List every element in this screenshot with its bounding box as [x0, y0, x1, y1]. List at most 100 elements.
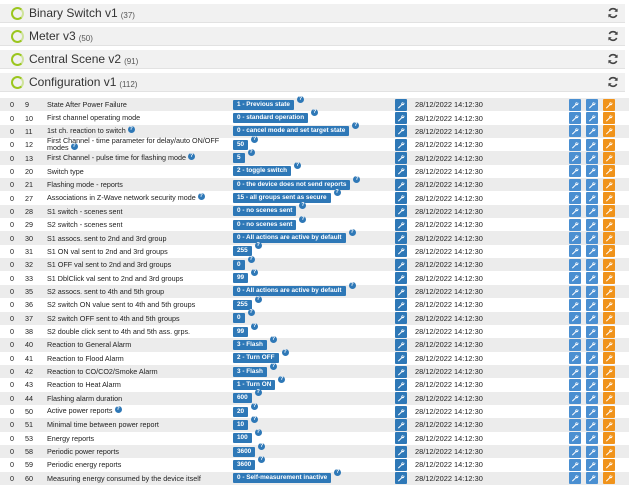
- help-icon[interactable]: ?: [247, 149, 255, 157]
- refresh-icon[interactable]: [607, 53, 619, 65]
- help-icon[interactable]: ?: [299, 215, 307, 223]
- edit-value-button[interactable]: [395, 312, 407, 325]
- edit-button-1[interactable]: [569, 352, 581, 365]
- edit-button-3[interactable]: [603, 165, 615, 178]
- edit-value-button[interactable]: [395, 258, 407, 271]
- help-icon[interactable]: ?: [197, 192, 205, 200]
- help-icon[interactable]: ?: [269, 362, 277, 370]
- help-icon[interactable]: ?: [251, 135, 259, 143]
- edit-button-2[interactable]: [586, 365, 598, 378]
- help-icon[interactable]: ?: [127, 125, 135, 133]
- edit-button-1[interactable]: [569, 445, 581, 458]
- help-icon[interactable]: ?: [333, 189, 341, 197]
- edit-button-3[interactable]: [603, 205, 615, 218]
- edit-value-button[interactable]: [395, 365, 407, 378]
- help-icon[interactable]: ?: [254, 389, 262, 397]
- edit-button-2[interactable]: [586, 352, 598, 365]
- command-class-header[interactable]: Meter v3 (50): [0, 27, 625, 46]
- edit-button-3[interactable]: [603, 432, 615, 445]
- edit-value-button[interactable]: [395, 205, 407, 218]
- edit-button-1[interactable]: [569, 152, 581, 165]
- edit-value-button[interactable]: [395, 418, 407, 431]
- help-icon[interactable]: ?: [254, 429, 262, 437]
- edit-button-1[interactable]: [569, 258, 581, 271]
- edit-button-3[interactable]: [603, 418, 615, 431]
- edit-value-button[interactable]: [395, 178, 407, 191]
- edit-button-3[interactable]: [603, 312, 615, 325]
- edit-button-1[interactable]: [569, 125, 581, 138]
- edit-button-3[interactable]: [603, 445, 615, 458]
- edit-button-1[interactable]: [569, 378, 581, 391]
- edit-button-1[interactable]: [569, 272, 581, 285]
- edit-button-3[interactable]: [603, 178, 615, 191]
- edit-value-button[interactable]: [395, 125, 407, 138]
- edit-button-3[interactable]: [603, 472, 615, 485]
- edit-button-3[interactable]: [603, 458, 615, 471]
- help-icon[interactable]: ?: [311, 109, 319, 117]
- help-icon[interactable]: ?: [299, 202, 307, 210]
- edit-value-button[interactable]: [395, 152, 407, 165]
- edit-button-3[interactable]: [603, 218, 615, 231]
- edit-value-button[interactable]: [395, 392, 407, 405]
- edit-button-2[interactable]: [586, 285, 598, 298]
- help-icon[interactable]: ?: [278, 375, 286, 383]
- edit-button-2[interactable]: [586, 258, 598, 271]
- edit-value-button[interactable]: [395, 232, 407, 245]
- edit-button-2[interactable]: [586, 138, 598, 151]
- edit-value-button[interactable]: [395, 338, 407, 351]
- edit-button-2[interactable]: [586, 192, 598, 205]
- edit-button-3[interactable]: [603, 138, 615, 151]
- edit-button-3[interactable]: [603, 272, 615, 285]
- edit-button-2[interactable]: [586, 325, 598, 338]
- edit-button-1[interactable]: [569, 298, 581, 311]
- edit-button-1[interactable]: [569, 325, 581, 338]
- edit-button-2[interactable]: [586, 178, 598, 191]
- help-icon[interactable]: ?: [258, 455, 266, 463]
- edit-button-3[interactable]: [603, 405, 615, 418]
- help-icon[interactable]: ?: [254, 242, 262, 250]
- edit-button-1[interactable]: [569, 392, 581, 405]
- edit-button-3[interactable]: [603, 192, 615, 205]
- edit-button-2[interactable]: [586, 152, 598, 165]
- edit-button-3[interactable]: [603, 378, 615, 391]
- edit-value-button[interactable]: [395, 378, 407, 391]
- edit-button-2[interactable]: [586, 418, 598, 431]
- edit-button-2[interactable]: [586, 205, 598, 218]
- edit-button-2[interactable]: [586, 245, 598, 258]
- edit-button-3[interactable]: [603, 352, 615, 365]
- help-icon[interactable]: ?: [251, 269, 259, 277]
- command-class-header[interactable]: Configuration v1 (112): [0, 73, 625, 92]
- edit-value-button[interactable]: [395, 192, 407, 205]
- help-icon[interactable]: ?: [251, 322, 259, 330]
- help-icon[interactable]: ?: [352, 122, 360, 130]
- edit-value-button[interactable]: [395, 245, 407, 258]
- edit-button-2[interactable]: [586, 378, 598, 391]
- help-icon[interactable]: ?: [247, 309, 255, 317]
- help-icon[interactable]: ?: [294, 162, 302, 170]
- edit-button-1[interactable]: [569, 432, 581, 445]
- edit-button-2[interactable]: [586, 272, 598, 285]
- help-icon[interactable]: ?: [251, 402, 259, 410]
- edit-button-3[interactable]: [603, 232, 615, 245]
- help-icon[interactable]: ?: [348, 282, 356, 290]
- help-icon[interactable]: ?: [269, 335, 277, 343]
- edit-value-button[interactable]: [395, 405, 407, 418]
- edit-button-3[interactable]: [603, 112, 615, 125]
- edit-button-1[interactable]: [569, 285, 581, 298]
- edit-button-3[interactable]: [603, 285, 615, 298]
- refresh-icon[interactable]: [607, 76, 619, 88]
- edit-value-button[interactable]: [395, 458, 407, 471]
- edit-value-button[interactable]: [395, 325, 407, 338]
- help-icon[interactable]: ?: [353, 175, 361, 183]
- help-icon[interactable]: ?: [247, 255, 255, 263]
- edit-button-2[interactable]: [586, 165, 598, 178]
- edit-button-1[interactable]: [569, 192, 581, 205]
- help-icon[interactable]: ?: [114, 406, 122, 414]
- command-class-header[interactable]: Binary Switch v1 (37): [0, 4, 625, 23]
- edit-button-1[interactable]: [569, 312, 581, 325]
- edit-button-1[interactable]: [569, 472, 581, 485]
- edit-button-2[interactable]: [586, 458, 598, 471]
- edit-button-2[interactable]: [586, 232, 598, 245]
- edit-button-1[interactable]: [569, 245, 581, 258]
- edit-button-3[interactable]: [603, 258, 615, 271]
